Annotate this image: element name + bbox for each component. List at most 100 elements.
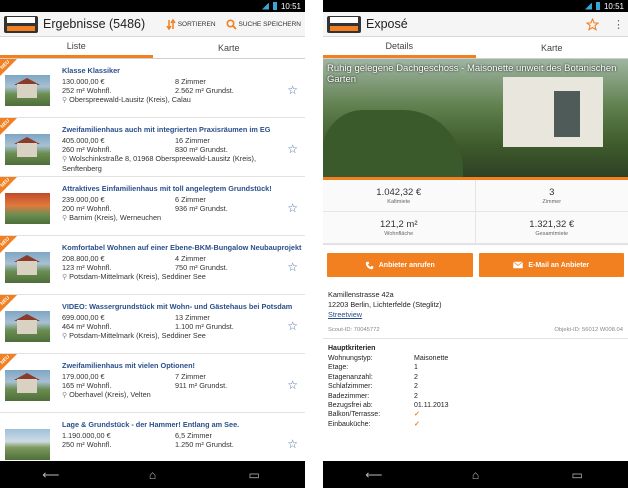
status-time: 10:51 [603,1,624,11]
listing-location: ⚲ Barnim (Kreis), Werneuchen [62,213,162,222]
list-item[interactable]: NEU Komfortabel Wohnen auf einer Ebene-B… [0,236,305,295]
sort-label: SORTIEREN [177,20,216,28]
tab-karte[interactable]: Karte [476,37,628,58]
address-city: 12203 Berlin, Lichterfelde (Steglitz) [328,300,442,309]
listing-area: 252 m² Wohnfl. [62,86,112,95]
email-icon [513,261,524,269]
criteria-row: Badezimmer: 2 [328,392,418,400]
results-screen: 10:51 Ergebnisse (5486) SORTIEREN SUCHE … [0,0,305,488]
listing-title: Zweifamilienhaus mit vielen Optionen! [62,361,195,370]
listing-plot: 2.562 m² Grundst. [175,86,234,95]
fact-kaltmiete: 1.042,32 € Kaltmiete [323,180,476,212]
immobilienscout-logo[interactable] [4,15,38,33]
phone-icon [365,261,373,269]
listing-plot: 936 m² Grundst. [175,204,228,213]
android-nav-bar: ⟵ ⌂ ▭ [323,461,628,488]
sort-icon [166,18,176,30]
fact-gesamtmiete: 1.321,32 € Gesamtmiete [475,212,628,244]
home-icon[interactable]: ⌂ [137,468,167,482]
listing-price: 239.000,00 € [62,195,105,204]
address-street: Kamillenstrasse 42a [328,290,394,299]
immobilienscout-logo[interactable] [327,15,361,33]
listing-price: 130.000,00 € [62,77,105,86]
call-provider-button[interactable]: Anbieter anrufen [327,253,473,277]
listing-area: 250 m² Wohnfl. [62,440,112,449]
app-bar: Ergebnisse (5486) SORTIEREN SUCHE SPEICH… [0,12,305,37]
sort-button[interactable]: SORTIEREN [166,18,216,30]
listing-rooms: 8 Zimmer [175,77,206,86]
listing-thumbnail [5,311,50,342]
contact-buttons: Anbieter anrufen E-Mail an Anbieter [323,245,628,281]
favorite-star-icon[interactable]: ☆ [287,260,298,274]
favorite-star-icon[interactable]: ☆ [287,378,298,392]
location-pin-icon: ⚲ [62,274,68,281]
favorite-star-icon[interactable] [586,17,599,31]
email-provider-button[interactable]: E-Mail an Anbieter [478,253,624,277]
fact-wohnflaeche: 121,2 m² Wohnfläche [323,212,476,244]
listing-thumbnail [5,252,50,283]
save-search-button[interactable]: SUCHE SPEICHERN [226,18,301,30]
listing-price: 405.000,00 € [62,136,105,145]
favorite-star-icon[interactable]: ☆ [287,437,298,451]
status-bar: 10:51 [0,0,305,12]
listing-location: ⚲ Potsdam-Mittelmark (Kreis), Seddiner S… [62,331,206,340]
back-icon[interactable]: ⟵ [359,468,389,482]
save-search-label: SUCHE SPEICHERN [238,20,301,28]
listing-location: ⚲ Wolschinkstraße 8, 01968 Oberspreewald… [62,154,256,173]
recent-apps-icon[interactable]: ▭ [562,468,592,482]
expose-tabs: Details Karte [323,37,628,59]
check-icon: ✓ [414,411,420,419]
listing-location: ⚲ Oberspreewald-Lausitz (Kreis), Calau [62,95,191,104]
list-item[interactable]: NEU VIDEO: Wassergrundstück mit Wohn- un… [0,295,305,354]
list-item[interactable]: NEU Klasse Klassiker 130.000,00 € 8 Zimm… [0,59,305,118]
listing-rooms: 16 Zimmer [175,136,210,145]
back-icon[interactable]: ⟵ [36,468,66,482]
location-pin-icon: ⚲ [62,333,68,340]
listing-thumbnail [5,134,50,165]
listing-area: 200 m² Wohnfl. [62,204,112,213]
tab-karte[interactable]: Karte [153,37,306,58]
listing-area: 260 m² Wohnfl. [62,145,112,154]
streetview-link[interactable]: Streetview [328,310,623,320]
battery-icon [272,2,277,10]
overflow-menu-icon[interactable]: ⋮ [613,18,624,31]
listing-thumbnail [5,75,50,106]
favorite-star-icon[interactable]: ☆ [287,319,298,333]
tab-details[interactable]: Details [323,37,476,58]
listing-price: 1.190.000,00 € [62,431,111,440]
new-badge: NEU [0,59,17,76]
android-nav-bar: ⟵ ⌂ ▭ [0,461,305,488]
expose-screen: 10:51 Exposé ⋮ Details Karte Ruhig geleg… [323,0,628,488]
favorite-star-icon[interactable]: ☆ [287,83,298,97]
listing-price: 179.000,00 € [62,372,105,381]
expose-title: Exposé [366,17,408,31]
favorite-star-icon[interactable]: ☆ [287,142,298,156]
address-block: Kamillenstrasse 42a 12203 Berlin, Lichte… [323,281,628,320]
home-icon[interactable]: ⌂ [460,468,490,482]
listing-area: 123 m² Wohnfl. [62,263,112,272]
listing-rooms: 13 Zimmer [175,313,210,322]
list-item[interactable]: NEU Zweifamilienhaus mit vielen Optionen… [0,354,305,413]
listing-thumbnail [5,193,50,224]
scout-id: Scout-ID: 70045772 [328,327,380,333]
favorite-star-icon[interactable]: ☆ [287,201,298,215]
fact-zimmer: 3 Zimmer [475,180,628,212]
objekt-id: Objekt-ID: 56012 W008.04 [554,327,623,333]
location-pin-icon: ⚲ [62,97,68,104]
key-facts: 1.042,32 € Kaltmiete 3 Zimmer 121,2 m² Wohn… [323,180,628,245]
recent-apps-icon[interactable]: ▭ [239,468,269,482]
list-item[interactable]: NEU Zweifamilienhaus auch mit integriert… [0,118,305,177]
listing-rooms: 7 Zimmer [175,372,206,381]
new-badge: NEU [0,354,17,371]
results-tabs: Liste Karte [0,37,305,59]
listing-location: ⚲ Potsdam-Mittelmark (Kreis), Seddiner S… [62,272,206,281]
tab-liste[interactable]: Liste [0,37,153,58]
listing-title: Lage & Grundstück - der Hammer! Entlang … [62,420,240,429]
list-item[interactable]: NEU Attraktives Einfamilienhaus mit toll… [0,177,305,236]
listing-title: Klasse Klassiker [62,66,121,75]
listing-title: Zweifamilienhaus auch mit integrierten P… [62,125,271,134]
signal-icon [584,2,592,10]
new-badge: NEU [0,118,17,135]
listing-plot: 1.250 m² Grundst. [175,440,234,449]
property-photo[interactable]: Ruhig gelegene Dachgeschoss - Maisonette… [323,59,628,180]
